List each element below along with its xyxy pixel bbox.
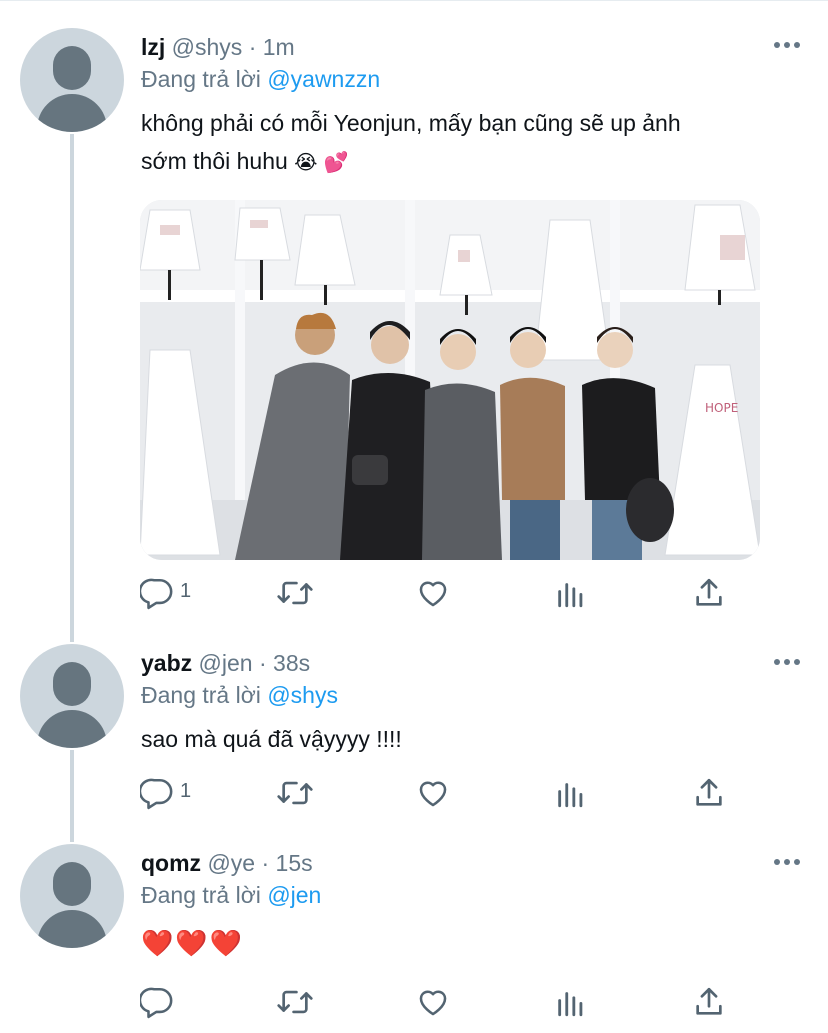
share-icon — [696, 578, 722, 606]
retweet-icon — [277, 781, 313, 805]
user-handle[interactable]: @jen — [199, 650, 253, 676]
user-handle[interactable]: @ye — [207, 850, 255, 876]
more-icon[interactable] — [774, 659, 800, 667]
timestamp[interactable]: 15s — [276, 850, 313, 876]
reply-count: 1 — [180, 780, 192, 802]
heart-icon — [419, 990, 447, 1016]
display-name[interactable]: qomz — [141, 850, 201, 876]
retweet-button[interactable] — [276, 776, 316, 812]
tweet[interactable]: lzj @shys · 1m Đang trả lời @yawnzzn khô… — [0, 0, 828, 630]
separator: · — [258, 650, 267, 676]
analytics-icon — [558, 583, 583, 608]
display-name[interactable]: yabz — [141, 650, 192, 676]
share-button[interactable] — [692, 985, 732, 1021]
retweet-button[interactable] — [276, 576, 316, 612]
retweet-button[interactable] — [276, 985, 316, 1021]
reply-icon — [140, 578, 173, 610]
like-button[interactable] — [416, 776, 456, 812]
heart-icon — [419, 581, 447, 607]
reply-prefix: Đang trả lời — [141, 66, 261, 92]
avatar[interactable] — [20, 28, 124, 132]
analytics-button[interactable] — [554, 776, 594, 812]
reply-button[interactable]: 1 — [140, 576, 200, 612]
tweet[interactable]: qomz @ye · 15s Đang trả lời @jen ❤️❤️❤️ — [0, 830, 828, 1033]
tweet-header: qomz @ye · 15s — [141, 849, 313, 877]
timestamp[interactable]: 38s — [273, 650, 310, 676]
tweet-text-line: sớm thôi huhu — [141, 148, 288, 174]
tweet-text-line: sao mà quá đã vậyyyy !!!! — [141, 726, 402, 752]
share-button[interactable] — [692, 776, 732, 812]
analytics-icon — [558, 783, 583, 808]
tweet-actions: 1 — [140, 776, 740, 812]
analytics-button[interactable] — [554, 576, 594, 612]
share-button[interactable] — [692, 576, 732, 612]
reply-context: Đang trả lời @jen — [141, 881, 321, 909]
emoji: 😭 💕 — [294, 150, 349, 174]
reply-prefix: Đang trả lời — [141, 882, 261, 908]
tweet-header: lzj @shys · 1m — [141, 33, 295, 61]
like-button[interactable] — [416, 985, 456, 1021]
reply-button[interactable] — [140, 985, 200, 1021]
reply-prefix: Đang trả lời — [141, 682, 261, 708]
svg-text:HOPE: HOPE — [705, 401, 738, 415]
tweet-text-line: không phải có mỗi Yeonjun, mấy bạn cũng … — [141, 110, 681, 136]
reply-mention[interactable]: @shys — [267, 682, 338, 708]
share-icon — [696, 987, 722, 1015]
user-handle[interactable]: @shys — [172, 34, 243, 60]
analytics-icon — [558, 992, 583, 1017]
reply-icon — [140, 778, 173, 810]
timestamp[interactable]: 1m — [263, 34, 295, 60]
avatar[interactable] — [20, 644, 124, 748]
heart-icon — [419, 781, 447, 807]
reply-context: Đang trả lời @shys — [141, 681, 338, 709]
tweet[interactable]: yabz @jen · 38s Đang trả lời @shys sao m… — [0, 630, 828, 830]
heart-emojis: ❤️❤️❤️ — [141, 929, 245, 959]
tweet-actions: 1 — [140, 576, 740, 612]
retweet-icon — [277, 581, 313, 605]
like-button[interactable] — [416, 576, 456, 612]
tweet-actions — [140, 985, 740, 1021]
more-icon[interactable] — [774, 42, 800, 50]
reply-mention[interactable]: @yawnzzn — [267, 66, 380, 92]
reply-count: 1 — [180, 580, 192, 602]
reply-mention[interactable]: @jen — [267, 882, 321, 908]
tweet-header: yabz @jen · 38s — [141, 649, 310, 677]
separator: · — [261, 850, 270, 876]
reply-icon — [140, 987, 173, 1019]
tweet-photo[interactable]: HOPE — [140, 200, 760, 560]
display-name[interactable]: lzj — [141, 34, 165, 60]
separator: · — [248, 34, 257, 60]
analytics-button[interactable] — [554, 985, 594, 1021]
reply-context: Đang trả lời @yawnzzn — [141, 65, 380, 93]
tweet-text: sao mà quá đã vậyyyy !!!! — [141, 720, 781, 758]
avatar[interactable] — [20, 844, 124, 948]
tweet-text: không phải có mỗi Yeonjun, mấy bạn cũng … — [141, 104, 781, 181]
retweet-icon — [277, 990, 313, 1014]
reply-button[interactable]: 1 — [140, 776, 200, 812]
more-icon[interactable] — [774, 859, 800, 867]
share-icon — [696, 778, 722, 806]
group-photo-image: HOPE — [140, 200, 760, 560]
tweet-text: ❤️❤️❤️ — [141, 925, 781, 963]
